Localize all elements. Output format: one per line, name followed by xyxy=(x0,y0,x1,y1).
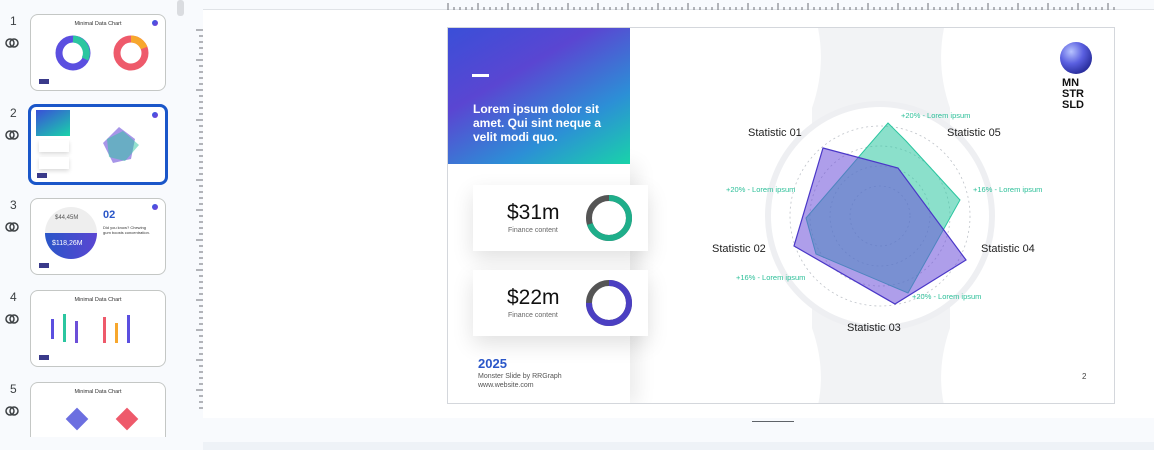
slide[interactable]: Statistic 01 Statistic 05 Statistic 04 Stat… xyxy=(447,27,1115,404)
thumbnail-number: 3 xyxy=(10,198,17,212)
stat-card-2: $22m Finance content xyxy=(473,270,648,336)
radar-axis-label: Statistic 02 xyxy=(712,243,766,255)
link-icon xyxy=(5,130,19,140)
donut-ring-icon xyxy=(586,195,632,241)
slide-thumbnail-1[interactable]: Minimal Data Chart xyxy=(30,14,166,91)
link-icon xyxy=(5,314,19,324)
speaker-notes-bar[interactable] xyxy=(203,442,1154,450)
radar-axis-label: Statistic 05 xyxy=(947,127,1001,139)
radar-chart-icon xyxy=(103,127,139,163)
stat-value: $31m xyxy=(507,201,560,224)
radar-percent-label: +20% - Lorem ipsum xyxy=(726,185,795,194)
brand-mark xyxy=(39,355,49,360)
bar-chart-icon xyxy=(51,314,130,343)
donut-chart-icon xyxy=(113,35,149,71)
stat-card-1: $31m Finance content xyxy=(473,185,648,251)
radar-percent-label: +16% - Lorem ipsum xyxy=(736,273,805,282)
radar-percent-label: +20% - Lorem ipsum xyxy=(901,111,970,120)
thumbnail-number: 4 xyxy=(10,290,17,304)
website-text: www.website.com xyxy=(478,382,534,389)
brand-line: SLD xyxy=(1062,99,1084,111)
stat-value: $22m xyxy=(507,286,560,309)
thumbnail-number: 5 xyxy=(10,382,17,396)
thumbnail-value: $118,26M xyxy=(52,240,83,247)
radar-axis-label: Statistic 04 xyxy=(981,243,1035,255)
radar-percent-label: +20% - Lorem ipsum xyxy=(912,292,981,301)
vertical-ruler[interactable] xyxy=(194,10,203,418)
slide-thumbnail-2[interactable] xyxy=(28,104,168,185)
donut-chart-icon xyxy=(55,35,91,71)
mini-card xyxy=(39,140,69,152)
hero-block: Lorem ipsum dolor sit amet. Qui sint neq… xyxy=(448,28,630,164)
thumbnail-title: Minimal Data Chart xyxy=(74,297,122,303)
slide-thumbnail-5[interactable]: Minimal Data Chart xyxy=(30,382,166,437)
thumbnail-number: 2 xyxy=(10,106,17,120)
slide-thumbnail-3[interactable]: $44,45M $118,26M 02 Did you know? Chewin… xyxy=(30,198,166,275)
slide-thumbnail-4[interactable]: Minimal Data Chart xyxy=(30,290,166,367)
brand-dot-icon xyxy=(152,112,158,118)
brand-mark xyxy=(37,173,47,178)
brand-mark xyxy=(39,79,49,84)
brand-logo-text: MN STR SLD xyxy=(1062,78,1084,111)
scroll-indicator[interactable] xyxy=(752,421,794,422)
thumbnail-heading: 02 xyxy=(103,209,116,221)
panel-scrollbar[interactable] xyxy=(177,0,184,16)
radar-axis-label: Statistic 03 xyxy=(847,322,901,334)
link-icon xyxy=(5,222,19,232)
brand-mark xyxy=(39,263,49,268)
link-icon xyxy=(5,38,19,48)
page-number: 2 xyxy=(1082,372,1087,381)
brand-sphere-icon xyxy=(1060,42,1092,74)
brand-dot-icon xyxy=(152,20,158,26)
thumbnail-title: Minimal Data Chart xyxy=(74,21,122,27)
thumbnail-number: 1 xyxy=(10,14,17,28)
thumbnail-title: Minimal Data Chart xyxy=(74,389,122,395)
thumbnail-caption: Did you know? Chewing gum boosts concent… xyxy=(103,225,150,235)
slide-thumbnail-panel: 1 Minimal Data Chart 2 3 $44,45M $118,26… xyxy=(0,0,186,450)
year-label: 2025 xyxy=(478,356,507,371)
radar-chart: Statistic 01 Statistic 05 Statistic 04 Stat… xyxy=(712,28,1042,403)
brand-dot-icon xyxy=(152,204,158,210)
radar-axis-label: Statistic 01 xyxy=(748,127,802,139)
stat-caption: Finance content xyxy=(508,312,558,319)
radar-percent-label: +16% - Lorem ipsum xyxy=(973,185,1042,194)
link-icon xyxy=(5,406,19,416)
hero-text: Lorem ipsum dolor sit amet. Qui sint neq… xyxy=(473,102,602,144)
hero-block xyxy=(36,110,70,136)
hero-dash xyxy=(472,74,489,77)
thumbnail-value: $44,45M xyxy=(55,215,79,221)
donut-ring-icon xyxy=(586,280,632,326)
stat-caption: Finance content xyxy=(508,227,558,234)
diamond-chart-icon xyxy=(65,407,139,431)
credit-text: Monster Slide by RRGraph xyxy=(478,373,562,380)
mini-card xyxy=(39,157,69,169)
